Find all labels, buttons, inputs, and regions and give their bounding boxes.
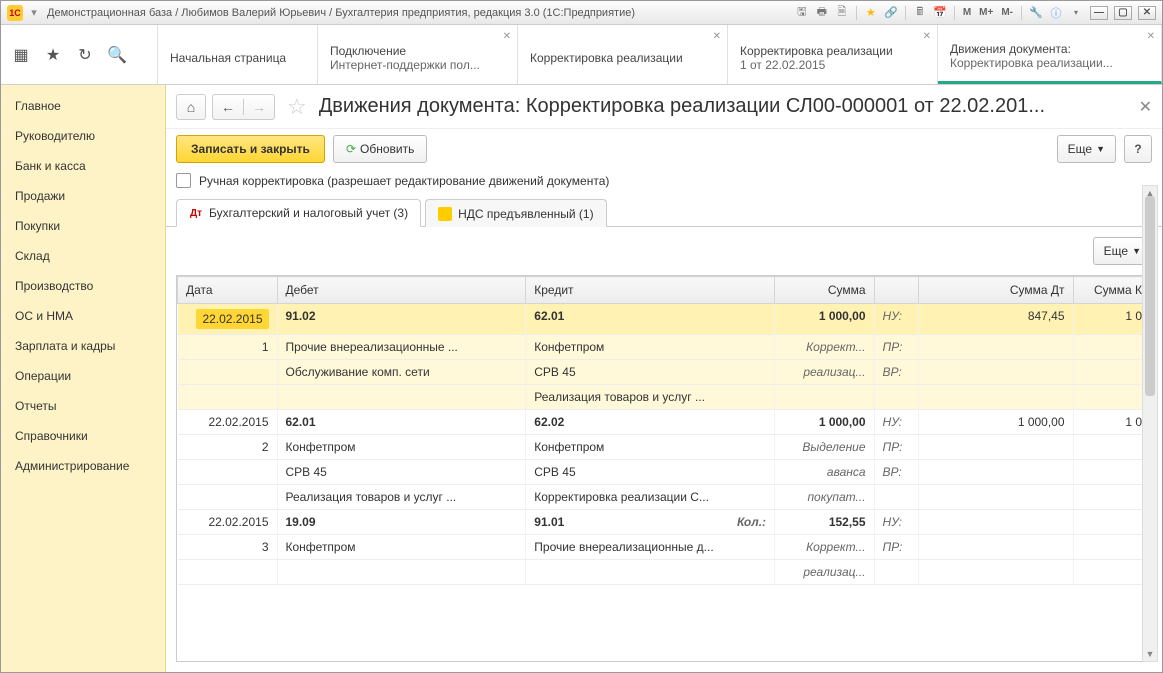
table-row[interactable]: 22.02.201519.0991.01 Кол.:152,55НУ:	[178, 510, 1151, 535]
doctab-vat[interactable]: НДС предъявленный (1)	[425, 199, 606, 227]
memory-m-button[interactable]: M	[961, 7, 973, 18]
chevron-down-icon: ▼	[1096, 144, 1105, 154]
scrollbar[interactable]: ▲ ▼	[1142, 185, 1158, 662]
table-row[interactable]: 1Прочие внереализационные ...КонфетпромК…	[178, 335, 1151, 360]
window-maximize-button[interactable]: ▢	[1114, 6, 1132, 20]
sidebar-item-manager[interactable]: Руководителю	[1, 121, 165, 151]
apps-icon[interactable]: ▦	[11, 45, 31, 65]
col-sum[interactable]: Сумма	[775, 277, 875, 304]
close-icon[interactable]: ✕	[1147, 31, 1155, 42]
table-row[interactable]: 3КонфетпромПрочие внереализационные д...…	[178, 535, 1151, 560]
titlebar: 1C ▾ Демонстрационная база / Любимов Вал…	[1, 1, 1162, 25]
app-logo: 1C	[7, 5, 23, 21]
col-credit[interactable]: Кредит	[526, 277, 775, 304]
col-debit[interactable]: Дебет	[277, 277, 526, 304]
doctab-accounting[interactable]: Дт Бухгалтерский и налоговый учет (3)	[176, 199, 421, 227]
col-label[interactable]	[874, 277, 918, 304]
table-row[interactable]: 22.02.201562.0162.021 000,00НУ:1 000,001…	[178, 410, 1151, 435]
sidebar-item-assets[interactable]: ОС и НМА	[1, 301, 165, 331]
tab-correction-1[interactable]: Корректировка реализации 1 от 22.02.2015…	[728, 25, 938, 84]
titlebar-dropdown-icon[interactable]: ▾	[27, 6, 41, 20]
back-icon[interactable]: ←	[213, 99, 243, 115]
debit-credit-icon: Дт	[189, 206, 203, 220]
manual-correction-label: Ручная корректировка (разрешает редактир…	[199, 174, 609, 188]
quick-bar: ▦ ★ ↻ 🔍	[1, 25, 158, 84]
refresh-icon: ⟳	[346, 142, 356, 156]
tab-movements[interactable]: Движения документа: Корректировка реализ…	[938, 25, 1162, 84]
nav-back-forward[interactable]: ←→	[212, 94, 275, 120]
save-close-button[interactable]: Записать и закрыть	[176, 135, 325, 163]
home-button[interactable]: ⌂	[176, 94, 206, 120]
tab-home[interactable]: Начальная страница	[158, 25, 318, 84]
table-row[interactable]: 22.02.201591.0262.011 000,00НУ:847,451 0	[178, 304, 1151, 335]
sidebar-item-catalogs[interactable]: Справочники	[1, 421, 165, 451]
window-title: Демонстрационная база / Любимов Валерий …	[47, 7, 794, 19]
table-row[interactable]: реализац...	[178, 560, 1151, 585]
search-icon[interactable]: 🔍	[107, 45, 127, 65]
toolbar-icon-save[interactable]: 🖫	[794, 5, 810, 21]
col-sumdt[interactable]: Сумма Дт	[918, 277, 1073, 304]
close-icon[interactable]: ✕	[713, 31, 721, 42]
more-button[interactable]: Еще▼	[1057, 135, 1116, 163]
col-sumkt[interactable]: Сумма К	[1073, 277, 1150, 304]
table-row[interactable]: Реализация товаров и услуг ...Корректиро…	[178, 485, 1151, 510]
close-icon[interactable]: ✕	[923, 31, 931, 42]
sidebar-item-production[interactable]: Производство	[1, 271, 165, 301]
forward-icon[interactable]: →	[243, 99, 274, 115]
window-minimize-button[interactable]: —	[1090, 6, 1108, 20]
table-row[interactable]: Обслуживание комп. сетиСРВ 45реализац...…	[178, 360, 1151, 385]
history-icon[interactable]: ↻	[75, 45, 95, 65]
table-row[interactable]: Реализация товаров и услуг ...	[178, 385, 1151, 410]
sidebar-item-admin[interactable]: Администрирование	[1, 451, 165, 481]
sidebar-item-purchases[interactable]: Покупки	[1, 211, 165, 241]
vat-icon	[438, 207, 452, 221]
sidebar-item-sales[interactable]: Продажи	[1, 181, 165, 211]
toolbar-icon-calc[interactable]: 🖩	[912, 5, 928, 21]
memory-mminus-button[interactable]: M-	[999, 7, 1015, 18]
scroll-down-icon[interactable]: ▼	[1143, 647, 1157, 661]
sidebar-item-bank[interactable]: Банк и касса	[1, 151, 165, 181]
window-close-button[interactable]: ✕	[1138, 6, 1156, 20]
top-nav: ▦ ★ ↻ 🔍 Начальная страница Подключение И…	[1, 25, 1162, 85]
col-date[interactable]: Дата	[178, 277, 278, 304]
page-title: Движения документа: Корректировка реализ…	[319, 95, 1125, 118]
chevron-down-icon: ▼	[1132, 246, 1141, 256]
toolbar-icon-doc[interactable]: 🗎	[834, 5, 850, 21]
table-row[interactable]: 2КонфетпромКонфетпромВыделениеПР:	[178, 435, 1151, 460]
movements-grid[interactable]: Дата Дебет Кредит Сумма Сумма Дт Сумма К…	[176, 275, 1152, 662]
close-icon[interactable]: ✕	[503, 31, 511, 42]
toolbar-icon-calendar[interactable]: 📅	[932, 5, 948, 21]
scroll-thumb[interactable]	[1145, 196, 1155, 396]
sidebar-item-hr[interactable]: Зарплата и кадры	[1, 331, 165, 361]
toolbar-icon-info[interactable]: ⓘ	[1048, 5, 1064, 21]
table-row[interactable]: СРВ 45СРВ 45авансаВР:	[178, 460, 1151, 485]
sidebar-item-reports[interactable]: Отчеты	[1, 391, 165, 421]
manual-correction-checkbox[interactable]	[176, 173, 191, 188]
sidebar-item-warehouse[interactable]: Склад	[1, 241, 165, 271]
sidebar: Главное Руководителю Банк и касса Продаж…	[1, 85, 166, 672]
sidebar-item-main[interactable]: Главное	[1, 91, 165, 121]
toolbar-icon-star[interactable]: ★	[863, 5, 879, 21]
toolbar-icon-print[interactable]: 🖶	[814, 5, 830, 21]
refresh-button[interactable]: ⟳Обновить	[333, 135, 427, 163]
tab-internet-support[interactable]: Подключение Интернет-поддержки пол... ✕	[318, 25, 518, 84]
toolbar-icon-wrench[interactable]: 🔧	[1028, 5, 1044, 21]
help-button[interactable]: ?	[1124, 135, 1152, 163]
page-close-button[interactable]: ✕	[1139, 97, 1152, 117]
favorite-star-icon[interactable]: ☆	[287, 94, 307, 120]
star-icon[interactable]: ★	[43, 45, 63, 65]
toolbar-icon-info-dd[interactable]: ▾	[1068, 5, 1084, 21]
toolbar-icon-link[interactable]: 🔗	[883, 5, 899, 21]
sidebar-item-operations[interactable]: Операции	[1, 361, 165, 391]
tab-correction[interactable]: Корректировка реализации ✕	[518, 25, 728, 84]
memory-mplus-button[interactable]: M+	[977, 7, 995, 18]
